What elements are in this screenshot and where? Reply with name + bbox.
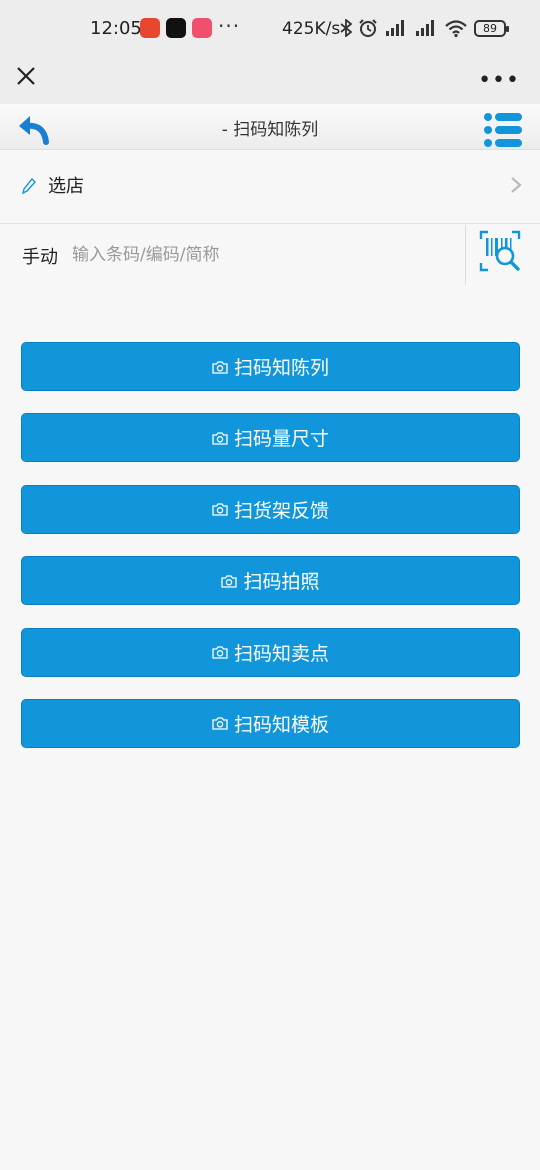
- wifi-icon: [445, 20, 467, 38]
- list-menu-icon[interactable]: [484, 112, 522, 148]
- bluetooth-icon: [340, 19, 352, 37]
- button-label: 扫码知卖点: [233, 642, 329, 665]
- pencil-icon: [22, 178, 36, 194]
- button-label: 扫码知陈列: [233, 357, 329, 379]
- select-store-label: 选店: [48, 176, 84, 197]
- scan-measure-button[interactable]: 扫码量尺寸: [21, 413, 520, 463]
- battery-icon: 89: [474, 19, 509, 37]
- app-notification-icon: [140, 18, 160, 38]
- scan-photo-button[interactable]: 扫码拍照: [21, 556, 520, 606]
- scan-shelf-feedback-button[interactable]: 扫货架反馈: [21, 484, 520, 534]
- camera-icon: [212, 503, 228, 516]
- scan-template-button[interactable]: 扫码知模板: [21, 698, 520, 748]
- scan-selling-points-button[interactable]: 扫码知卖点: [21, 627, 520, 677]
- close-icon[interactable]: [14, 64, 38, 88]
- status-time: 12:05: [90, 18, 142, 39]
- camera-icon: [212, 646, 228, 659]
- camera-icon: [221, 575, 238, 588]
- alarm-icon: [359, 19, 377, 37]
- button-label: 扫码量尺寸: [233, 428, 329, 451]
- network-speed: 425K/s: [282, 19, 341, 39]
- wechat-bar: •••: [0, 58, 540, 104]
- manual-entry-label: 手动: [22, 247, 58, 268]
- system-icons: 89: [340, 18, 509, 38]
- action-button-list: 扫码知陈列 扫码量尺寸 扫货架反馈 扫码拍照 扫码知卖点 扫码知模板: [21, 342, 520, 770]
- more-notifications-icon: ···: [218, 14, 241, 38]
- chevron-right-icon: [511, 177, 522, 193]
- page-header: - 扫码知陈列: [0, 104, 540, 150]
- camera-icon: [212, 717, 228, 731]
- camera-icon: [212, 360, 228, 374]
- button-label: 扫码知模板: [233, 713, 329, 736]
- camera-icon: [212, 432, 228, 445]
- notification-icons: [140, 18, 212, 38]
- page-title: - 扫码知陈列: [221, 120, 319, 140]
- divider: [465, 225, 466, 285]
- manual-entry-row: 手动: [0, 225, 540, 285]
- status-bar: 12:05 ··· 425K/s 89: [0, 0, 540, 58]
- scan-display-button[interactable]: 扫码知陈列: [21, 342, 520, 391]
- button-label: 扫货架反馈: [233, 499, 329, 522]
- barcode-scan-icon[interactable]: [478, 229, 522, 273]
- more-options-icon[interactable]: •••: [478, 68, 520, 93]
- select-store-row[interactable]: 选店: [0, 150, 540, 224]
- capcut-notification-icon: [166, 18, 186, 38]
- signal-icon: [416, 20, 434, 36]
- barcode-input[interactable]: [72, 239, 456, 271]
- signal-icon: [386, 20, 404, 36]
- button-label: 扫码拍照: [243, 571, 320, 594]
- app-notification-icon: [192, 18, 212, 38]
